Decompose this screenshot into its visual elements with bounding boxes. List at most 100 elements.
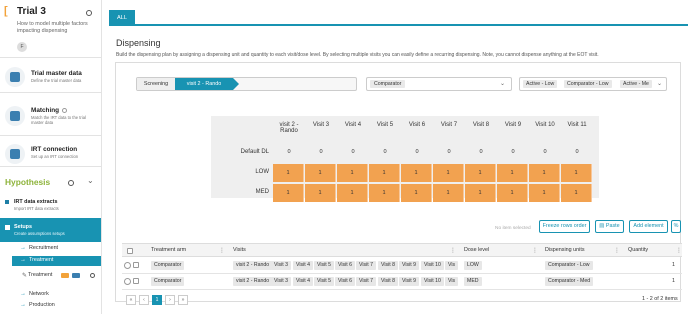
visit-chip[interactable]: Visit 9	[399, 261, 420, 270]
tag-active-med[interactable]: Active - Me	[620, 80, 652, 88]
gear-icon[interactable]	[90, 273, 95, 278]
column-header-units[interactable]: Dispensing units	[545, 247, 585, 253]
grid-cell[interactable]: 1	[337, 164, 368, 182]
page-number-button[interactable]: 1	[152, 295, 162, 305]
chevron-down-icon[interactable]: ⌄	[500, 80, 505, 87]
grid-cell[interactable]: 1	[497, 164, 528, 182]
column-header-quantity[interactable]: Quantity	[628, 247, 648, 253]
column-menu-icon[interactable]: ⋮	[219, 247, 225, 254]
grid-cell[interactable]: 1	[529, 164, 560, 182]
row-select-toggle[interactable]	[124, 278, 131, 285]
grid-cell[interactable]: 1	[337, 184, 368, 202]
treatment-arm-chip[interactable]: Comparator	[151, 277, 185, 286]
visit-chip[interactable]: Visit 3	[271, 277, 292, 286]
visit-chip[interactable]: Visit 8	[378, 277, 399, 286]
grid-cell[interactable]: 1	[401, 164, 432, 182]
percent-button[interactable]: %	[671, 220, 681, 233]
visit-chip[interactable]: visit 2 - Rando	[233, 261, 273, 270]
table-row[interactable]: Comparator visit 2 - Rando Visit 3 Visit 4V…	[122, 258, 682, 274]
sidebar-item-network[interactable]: → Network	[0, 290, 101, 300]
grid-cell[interactable]: 1	[273, 164, 304, 182]
paste-button[interactable]: ▤ Paste	[595, 220, 624, 233]
dose-level-chip[interactable]: MED	[464, 277, 482, 286]
column-menu-icon[interactable]: ⋮	[676, 247, 682, 254]
grid-cell[interactable]: 1	[305, 164, 336, 182]
tab-all[interactable]: ALL	[109, 10, 135, 26]
grid-cell[interactable]: 1	[433, 164, 464, 182]
prev-page-button[interactable]: ‹	[139, 295, 149, 305]
visit-chip[interactable]: Visit 3	[271, 261, 292, 270]
row-select-toggle[interactable]	[124, 262, 131, 269]
visit-chip[interactable]: Visit 10	[421, 277, 444, 286]
visit-chip[interactable]: Visit 8	[378, 261, 399, 270]
grid-cell[interactable]: 1	[561, 164, 592, 182]
grid-cell[interactable]: 1	[529, 184, 560, 202]
visit-chip[interactable]: visit 2 - Rando	[233, 277, 273, 286]
grid-cell[interactable]: 1	[465, 164, 496, 182]
dispensing-unit-chip[interactable]: Comparator - Med	[545, 277, 594, 286]
grid-cell[interactable]: 1	[497, 184, 528, 202]
visit-chip[interactable]: Vis	[445, 277, 459, 286]
grid-cell[interactable]: 1	[433, 184, 464, 202]
visit-screening[interactable]: Screening	[137, 78, 175, 90]
tag-comparator-low[interactable]: Comparator - Low	[564, 80, 612, 88]
sidebar-item-production[interactable]: → Production	[0, 301, 101, 311]
grid-cell[interactable]: 1	[561, 184, 592, 202]
sidebar-item-setups[interactable]: Setups Create assumptions setups	[0, 218, 101, 242]
dose-level-chip[interactable]: LOW	[464, 261, 482, 270]
treatment-arm-select[interactable]: Comparator ⌄	[366, 77, 512, 91]
grid-cell[interactable]: 1	[369, 184, 400, 202]
visit-chip[interactable]: Visit 5	[314, 277, 335, 286]
visit-chip[interactable]: Visit 9	[399, 277, 420, 286]
sidebar-item-irt-data-extracts[interactable]: IRT data extracts Import IRT data extrac…	[0, 196, 101, 216]
gear-icon[interactable]	[68, 180, 74, 186]
grid-cell[interactable]: 1	[465, 184, 496, 202]
dispensing-units-select[interactable]: Active - Low Comparator - Low Active - M…	[519, 77, 667, 91]
pagination-info: 1 - 2 of 2 items	[642, 296, 678, 302]
visit-chip[interactable]: Visit 4	[293, 277, 314, 286]
sidebar-item-treatment[interactable]: → Treatment	[12, 256, 101, 266]
treatment-arm-chip[interactable]: Comparator	[151, 261, 185, 270]
grid-cell[interactable]: 1	[305, 184, 336, 202]
select-all-checkbox[interactable]	[127, 248, 133, 254]
visit-chip[interactable]: Vis	[445, 261, 459, 270]
visit-chip[interactable]: Visit 5	[314, 261, 335, 270]
column-header-dose[interactable]: Dose level	[464, 247, 489, 253]
sidebar-subitem-treatment[interactable]: ✎ Treatment	[22, 271, 101, 281]
sidebar-card-irt-connection[interactable]: IRT connection Set up an IRT connection	[0, 139, 101, 167]
grid-cell[interactable]: 1	[369, 164, 400, 182]
first-page-button[interactable]: «	[126, 295, 136, 305]
tag-active-low[interactable]: Active - Low	[523, 80, 558, 88]
freeze-rows-button[interactable]: Freeze rows order	[539, 220, 590, 233]
visit-chip[interactable]: Visit 7	[356, 277, 377, 286]
grid-cell[interactable]: 1	[273, 184, 304, 202]
last-page-button[interactable]: »	[178, 295, 188, 305]
column-menu-icon[interactable]: ⋮	[532, 247, 538, 254]
column-header-arm[interactable]: Treatment arm	[151, 247, 186, 253]
row-checkbox[interactable]	[133, 262, 139, 268]
dispensing-unit-chip[interactable]: Comparator - Low	[545, 261, 593, 270]
chevron-down-icon[interactable]: ⌄	[657, 80, 662, 87]
chevron-down-icon[interactable]: ⌄	[87, 176, 94, 185]
avatar[interactable]: F	[17, 42, 27, 52]
column-menu-icon[interactable]: ⋮	[450, 247, 456, 254]
visit-current[interactable]: visit 2 - Rando	[175, 78, 239, 90]
visit-chip[interactable]: Visit 6	[335, 277, 356, 286]
sidebar-card-matching[interactable]: Matching Match the IRT data to the trial…	[0, 96, 101, 136]
column-header-visits[interactable]: Visits	[233, 247, 246, 253]
table-row[interactable]: Comparator visit 2 - Rando Visit 3 Visit 4V…	[122, 274, 682, 290]
column-menu-icon[interactable]: ⋮	[614, 247, 620, 254]
row-checkbox[interactable]	[133, 278, 139, 284]
gear-icon[interactable]	[86, 10, 92, 16]
refresh-icon[interactable]	[62, 107, 68, 113]
next-page-button[interactable]: ›	[165, 295, 175, 305]
sidebar-item-recruitment[interactable]: → Recruitment	[0, 244, 101, 254]
sidebar-card-trial-master-data[interactable]: Trial master data Define the trial maste…	[0, 59, 101, 93]
visit-chip[interactable]: Visit 4	[293, 261, 314, 270]
hypothesis-title[interactable]: Hypothesis	[5, 177, 50, 187]
grid-cell[interactable]: 1	[401, 184, 432, 202]
add-element-button[interactable]: Add element	[629, 220, 668, 233]
visit-chip[interactable]: Visit 10	[421, 261, 444, 270]
visit-chip[interactable]: Visit 6	[335, 261, 356, 270]
visit-chip[interactable]: Visit 7	[356, 261, 377, 270]
